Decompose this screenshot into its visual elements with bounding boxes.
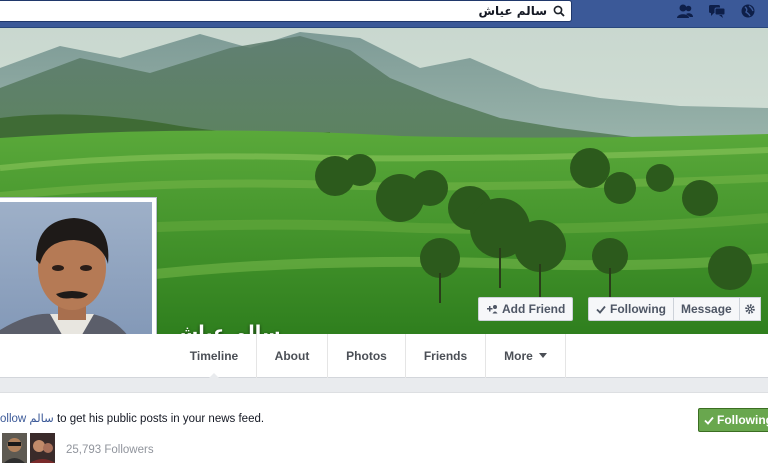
add-friend-label: Add Friend [502,302,566,316]
gear-icon [744,304,755,314]
search-icon[interactable] [547,1,571,21]
notifications-globe-icon[interactable] [740,3,756,19]
profile-name[interactable]: سالم عياش [172,322,281,334]
follower-avatar[interactable] [30,433,55,463]
tab-about-label: About [274,349,310,363]
friend-requests-icon[interactable] [676,3,694,19]
follow-link[interactable]: ollow [0,413,26,425]
tab-about[interactable]: About [257,334,328,378]
profile-tabs: Timeline About Photos Friends More [0,334,768,379]
follow-panel: ollow سالم to get his public posts in yo… [0,392,768,470]
checkmark-icon [596,305,606,314]
top-icons [676,0,756,22]
tab-timeline[interactable]: Timeline [172,334,257,379]
tab-more[interactable]: More [486,334,566,378]
tab-photos-label: Photos [346,349,387,363]
search-box [0,0,572,22]
profile-page: سالم عياش Add Friend [0,0,768,470]
following-button-green[interactable]: Following [698,408,768,432]
following-label: Following [610,302,666,316]
follow-prompt: ollow سالم to get his public posts in yo… [0,411,264,425]
followers-count[interactable]: 25,793 Followers [66,444,154,456]
search-input[interactable] [0,1,547,21]
tab-more-label: More [504,349,533,363]
follower-avatars [2,433,55,463]
tab-timeline-label: Timeline [189,349,239,363]
checkmark-icon [704,416,714,425]
message-button[interactable]: Message [674,297,740,321]
tab-friends[interactable]: Friends [406,334,486,378]
messages-icon[interactable] [708,3,726,19]
settings-button[interactable] [739,297,761,321]
chevron-down-icon [538,353,547,358]
following-button[interactable]: Following [588,297,674,321]
following-green-label: Following [717,413,768,427]
add-friend-button[interactable]: Add Friend [478,297,574,321]
follow-profile-name[interactable]: سالم [29,411,53,425]
message-label: Message [681,302,732,316]
top-bar [0,0,768,28]
follower-avatar[interactable] [2,433,27,463]
tab-friends-label: Friends [423,349,468,363]
follow-message-group: Following Message [588,297,761,321]
add-friend-icon [487,305,498,314]
tab-photos[interactable]: Photos [328,334,406,378]
follow-prompt-text: to get his public posts in your news fee… [56,413,265,425]
